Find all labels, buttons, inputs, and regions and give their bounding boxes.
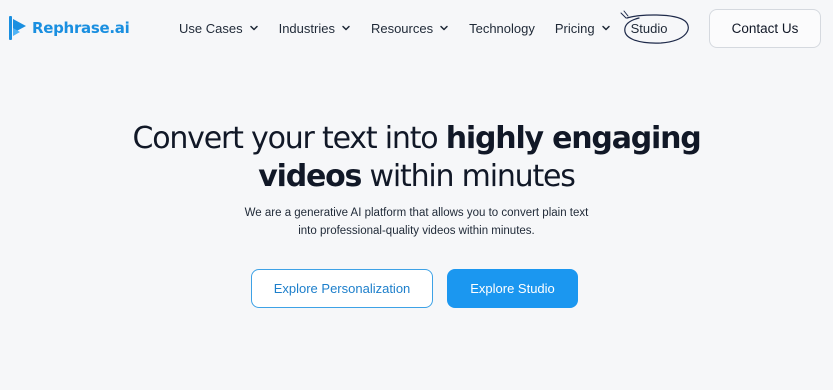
nav-item-label: Pricing — [554, 20, 595, 36]
hero-subtitle-line1: We are a generative AI platform that all… — [244, 207, 589, 219]
chevron-down-icon — [342, 25, 350, 31]
hero-subtitle-line2: into professional-quality videos within … — [298, 225, 535, 237]
nav-item-technology[interactable]: Technology — [469, 21, 535, 36]
hero-title-part1: Convert your text into — [132, 121, 446, 156]
hero-title-highlight: highly engaging — [445, 121, 702, 156]
hero-title-highlight-2: videos — [258, 159, 362, 194]
nav-item-pricing[interactable]: Pricing — [555, 21, 611, 36]
brand-logo[interactable]: Rephrase.ai — [8, 14, 130, 42]
nav-item-resources[interactable]: Resources — [371, 21, 449, 36]
nav-item-label: Resources — [370, 20, 434, 36]
nav-item-label: Studio — [630, 20, 668, 36]
main-nav: Use Cases Industries Resources Technolog… — [179, 10, 689, 44]
explore-personalization-button[interactable]: Explore Personalization — [251, 269, 433, 308]
hero-title-part2: within minutes — [361, 159, 576, 194]
explore-studio-button[interactable]: Explore Studio — [447, 269, 578, 308]
nav-item-industries[interactable]: Industries — [279, 21, 351, 36]
hero-title: Convert your text into highly engaging v… — [0, 120, 833, 196]
contact-us-button[interactable]: Contact Us — [709, 9, 821, 48]
nav-item-studio[interactable]: Studio — [620, 10, 689, 44]
nav-item-label: Technology — [469, 20, 535, 36]
play-flag-icon — [9, 16, 26, 40]
brand-name: Rephrase.ai — [32, 19, 130, 37]
hero-subtitle: We are a generative AI platform that all… — [0, 204, 833, 240]
nav-item-label: Industries — [278, 20, 335, 36]
site-header: Rephrase.ai Use Cases Industries Resourc… — [0, 0, 833, 56]
chevron-down-icon — [249, 25, 258, 31]
nav-item-use-cases[interactable]: Use Cases — [179, 21, 259, 36]
chevron-down-icon — [440, 25, 448, 31]
chevron-down-icon — [601, 25, 610, 31]
nav-item-label: Use Cases — [179, 20, 243, 36]
